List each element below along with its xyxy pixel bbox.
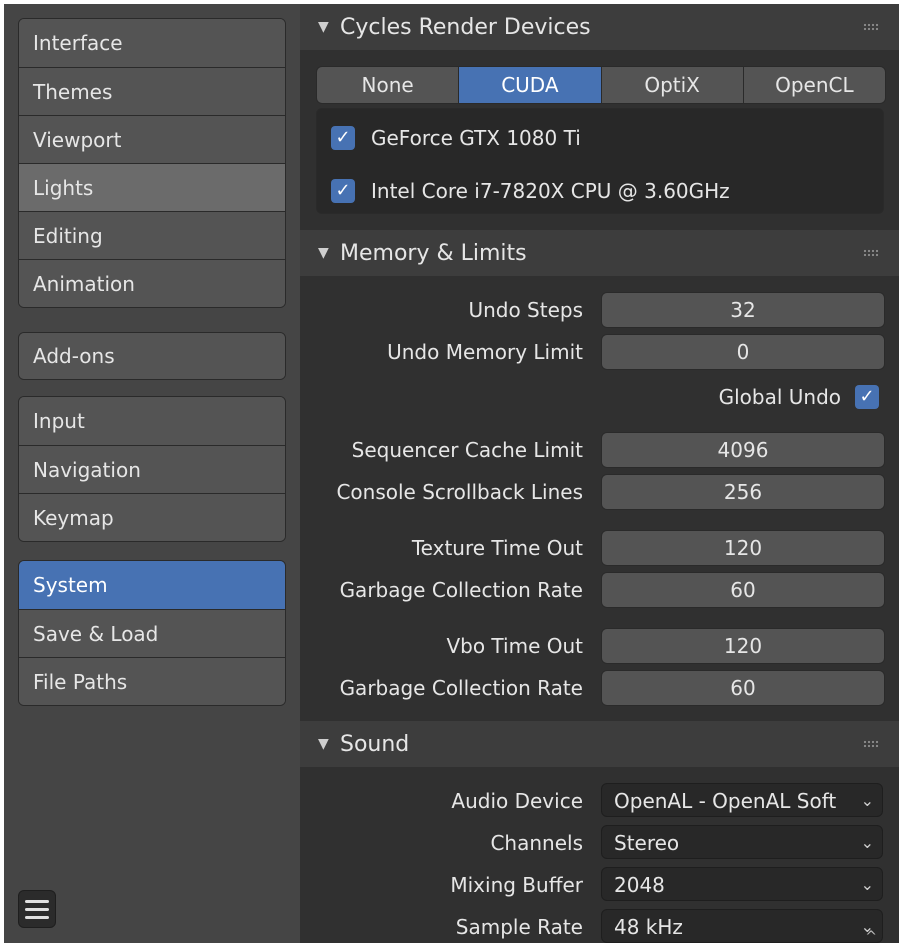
undo-steps-label: Undo Steps bbox=[468, 298, 583, 322]
global-undo-toggle[interactable]: Global Undo ✓ bbox=[719, 382, 879, 412]
vbo-timeout-label: Vbo Time Out bbox=[446, 634, 583, 658]
panel-header-memory[interactable]: ▼ Memory & Limits bbox=[300, 230, 899, 276]
audio-device-row: Audio Device OpenAL - OpenAL Soft ⌄ bbox=[300, 783, 899, 819]
drag-grip-icon[interactable] bbox=[863, 740, 879, 748]
checkbox-checked-icon[interactable]: ✓ bbox=[855, 385, 879, 409]
device-row[interactable]: ✓ GeForce GTX 1080 Ti bbox=[331, 124, 581, 152]
sidebar-item-input[interactable]: Input bbox=[19, 397, 285, 445]
mixing-buffer-row: Mixing Buffer 2048 ⌄ bbox=[300, 867, 899, 903]
panel-header-sound[interactable]: ▼ Sound bbox=[300, 721, 899, 767]
panel-title: Cycles Render Devices bbox=[340, 14, 591, 40]
device-name: Intel Core i7-7820X CPU @ 3.60GHz bbox=[371, 179, 730, 203]
sidebar-item-interface[interactable]: Interface bbox=[19, 19, 285, 67]
sample-rate-label: Sample Rate bbox=[455, 915, 583, 939]
undo-memory-label: Undo Memory Limit bbox=[387, 340, 583, 364]
channels-row: Channels Stereo ⌄ bbox=[300, 825, 899, 861]
texture-timeout-row: Texture Time Out 120 bbox=[300, 530, 899, 566]
scroll-up-icon[interactable]: ^ bbox=[865, 929, 877, 943]
sample-rate-row: Sample Rate 48 kHz ⌄ bbox=[300, 909, 899, 943]
mixing-buffer-value: 2048 bbox=[614, 873, 665, 897]
mixing-buffer-label: Mixing Buffer bbox=[450, 873, 583, 897]
sidebar-item-add-ons[interactable]: Add-ons bbox=[19, 333, 285, 379]
sequencer-cache-field[interactable]: 4096 bbox=[601, 432, 885, 468]
panel-header-cycles[interactable]: ▼ Cycles Render Devices bbox=[300, 4, 899, 50]
channels-select[interactable]: Stereo ⌄ bbox=[601, 825, 883, 859]
device-type-tabs: None CUDA OptiX OpenCL bbox=[316, 66, 886, 104]
tab-opencl[interactable]: OpenCL bbox=[742, 67, 885, 103]
texture-gc-rate-row: Garbage Collection Rate 60 bbox=[300, 572, 899, 608]
sidebar: Interface Themes Viewport Lights Editing… bbox=[4, 4, 300, 943]
chevron-down-icon: ⌄ bbox=[860, 791, 874, 810]
drag-grip-icon[interactable] bbox=[863, 23, 879, 31]
texture-timeout-field[interactable]: 120 bbox=[601, 530, 885, 566]
preferences-window: Interface Themes Viewport Lights Editing… bbox=[4, 4, 899, 943]
sidebar-item-lights[interactable]: Lights bbox=[19, 163, 285, 211]
sidebar-item-file-paths[interactable]: File Paths bbox=[19, 657, 285, 705]
drag-grip-icon[interactable] bbox=[863, 249, 879, 257]
sidebar-item-system[interactable]: System bbox=[19, 561, 285, 609]
vbo-gc-rate-row: Garbage Collection Rate 60 bbox=[300, 670, 899, 706]
collapse-triangle-icon[interactable]: ▼ bbox=[318, 19, 340, 35]
checkbox-checked-icon[interactable]: ✓ bbox=[331, 126, 355, 150]
nav-group-system: System Save & Load File Paths bbox=[18, 560, 286, 706]
sidebar-item-animation[interactable]: Animation bbox=[19, 259, 285, 307]
texture-timeout-label: Texture Time Out bbox=[411, 536, 583, 560]
audio-device-value: OpenAL - OpenAL Soft bbox=[614, 789, 837, 813]
main-content: ▼ Cycles Render Devices None CUDA OptiX … bbox=[300, 4, 899, 943]
sidebar-item-editing[interactable]: Editing bbox=[19, 211, 285, 259]
sidebar-item-keymap[interactable]: Keymap bbox=[19, 493, 285, 541]
texture-gc-rate-field[interactable]: 60 bbox=[601, 572, 885, 608]
tab-cuda[interactable]: CUDA bbox=[458, 67, 601, 103]
audio-device-select[interactable]: OpenAL - OpenAL Soft ⌄ bbox=[601, 783, 883, 817]
collapse-triangle-icon[interactable]: ▼ bbox=[318, 245, 340, 261]
undo-steps-row: Undo Steps 32 bbox=[300, 292, 899, 328]
channels-label: Channels bbox=[490, 831, 583, 855]
tab-none[interactable]: None bbox=[317, 67, 459, 103]
console-scrollback-label: Console Scrollback Lines bbox=[336, 480, 583, 504]
sidebar-item-navigation[interactable]: Navigation bbox=[19, 445, 285, 493]
checkbox-checked-icon[interactable]: ✓ bbox=[331, 179, 355, 203]
tab-optix[interactable]: OptiX bbox=[600, 67, 743, 103]
undo-memory-field[interactable]: 0 bbox=[601, 334, 885, 370]
sidebar-item-save-load[interactable]: Save & Load bbox=[19, 609, 285, 657]
sequencer-cache-label: Sequencer Cache Limit bbox=[351, 438, 583, 462]
device-name: GeForce GTX 1080 Ti bbox=[371, 126, 581, 150]
console-scrollback-field[interactable]: 256 bbox=[601, 474, 885, 510]
sidebar-item-themes[interactable]: Themes bbox=[19, 67, 285, 115]
panel-title: Memory & Limits bbox=[340, 240, 527, 266]
sample-rate-select[interactable]: 48 kHz ⌄ bbox=[601, 909, 883, 943]
vbo-gc-rate-label: Garbage Collection Rate bbox=[339, 676, 583, 700]
console-scrollback-row: Console Scrollback Lines 256 bbox=[300, 474, 899, 510]
vbo-timeout-row: Vbo Time Out 120 bbox=[300, 628, 899, 664]
global-undo-label: Global Undo bbox=[718, 385, 841, 409]
vbo-gc-rate-field[interactable]: 60 bbox=[601, 670, 885, 706]
mixing-buffer-select[interactable]: 2048 ⌄ bbox=[601, 867, 883, 901]
channels-value: Stereo bbox=[614, 831, 680, 855]
nav-group-ui: Interface Themes Viewport Lights Editing… bbox=[18, 18, 286, 308]
devices-list: ✓ GeForce GTX 1080 Ti ✓ Intel Core i7-78… bbox=[316, 108, 884, 214]
undo-memory-row: Undo Memory Limit 0 bbox=[300, 334, 899, 370]
collapse-triangle-icon[interactable]: ▼ bbox=[318, 736, 340, 752]
chevron-down-icon: ⌄ bbox=[860, 833, 874, 852]
sequencer-cache-row: Sequencer Cache Limit 4096 bbox=[300, 432, 899, 468]
device-row[interactable]: ✓ Intel Core i7-7820X CPU @ 3.60GHz bbox=[331, 177, 730, 205]
hamburger-menu-icon[interactable] bbox=[18, 890, 56, 928]
vbo-timeout-field[interactable]: 120 bbox=[601, 628, 885, 664]
panel-title: Sound bbox=[340, 731, 410, 757]
audio-device-label: Audio Device bbox=[451, 789, 583, 813]
texture-gc-rate-label: Garbage Collection Rate bbox=[339, 578, 583, 602]
sample-rate-value: 48 kHz bbox=[614, 915, 683, 939]
undo-steps-field[interactable]: 32 bbox=[601, 292, 885, 328]
chevron-down-icon: ⌄ bbox=[860, 875, 874, 894]
nav-group-input: Input Navigation Keymap bbox=[18, 396, 286, 542]
sidebar-item-viewport[interactable]: Viewport bbox=[19, 115, 285, 163]
nav-group-addons: Add-ons bbox=[18, 332, 286, 380]
